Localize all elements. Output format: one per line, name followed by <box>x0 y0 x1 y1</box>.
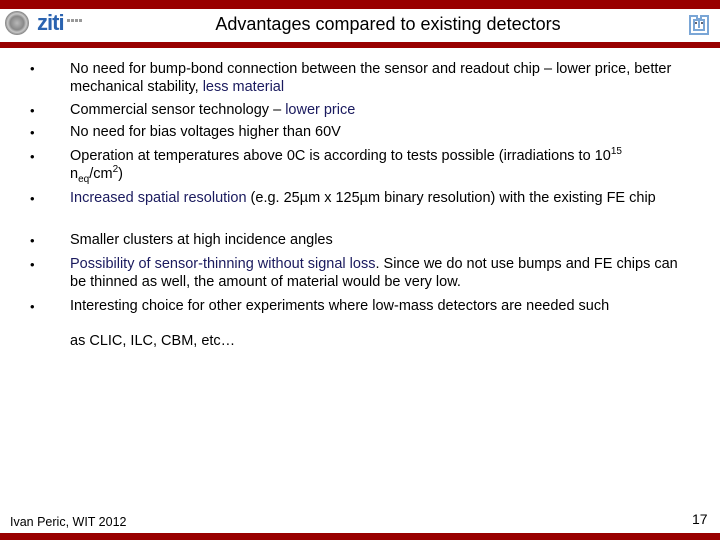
bullet-text: n <box>70 166 79 182</box>
bullet-text: Operation at temperatures above 0C is ac… <box>70 148 611 164</box>
page-number: 17 <box>692 511 708 527</box>
bullet-item-2: Commercial sensor technology – lower pri… <box>70 101 690 119</box>
bullet-text: No need for bump-bond connection between… <box>70 61 672 95</box>
bullet-marker: • <box>30 103 35 118</box>
bullet-marker: • <box>30 233 35 248</box>
bullet-emphasis: Possibility of sensor-thinning without s… <box>70 256 376 272</box>
bullet-text: Smaller clusters at high incidence angle… <box>70 232 333 248</box>
bullet-item-4: Operation at temperatures above 0C is ac… <box>70 146 660 185</box>
bullet-marker: • <box>30 61 35 76</box>
bullet-marker: • <box>30 191 35 206</box>
bullet-text: No need for bias voltages higher than 60… <box>70 124 341 140</box>
bullet-item-8: Interesting choice for other experiments… <box>70 297 690 315</box>
bullet-marker: • <box>30 257 35 272</box>
subscript: eq <box>78 173 90 185</box>
bullet-text: Commercial sensor technology – <box>70 102 286 118</box>
bullet-marker: • <box>30 299 35 314</box>
bullet-marker: • <box>30 125 35 140</box>
bullet-emphasis: Increased spatial resolution <box>70 190 247 206</box>
bullet-text: /cm <box>89 166 113 182</box>
bullet-emphasis: less material <box>202 79 285 95</box>
bullet-text: Interesting choice for other experiments… <box>70 298 610 314</box>
bullet-item-3: No need for bias voltages higher than 60… <box>70 123 690 141</box>
bullet-text: ) <box>118 166 123 182</box>
bullet-emphasis: lower price <box>285 102 356 118</box>
bullet-text: (e.g. 25µm x 125µm binary resolution) wi… <box>246 190 656 206</box>
bullet-marker: • <box>30 149 35 164</box>
bullet-item-1: No need for bump-bond connection between… <box>70 60 690 96</box>
slide-title: Advantages compared to existing detector… <box>215 14 561 34</box>
footer-bar <box>0 533 720 540</box>
header-top-bar <box>0 0 720 9</box>
footer-author: Ivan Peric, WIT 2012 <box>10 515 127 529</box>
bullet-item-5: Increased spatial resolution (e.g. 25µm … <box>70 189 670 207</box>
bullet-item-6: Smaller clusters at high incidence angle… <box>70 231 690 249</box>
bullet-item-8-continuation: as CLIC, ILC, CBM, etc… <box>70 332 690 350</box>
bullet-item-7: Possibility of sensor-thinning without s… <box>70 255 680 291</box>
header-bottom-bar <box>0 42 720 48</box>
bullet-text: as CLIC, ILC, CBM, etc… <box>70 333 236 349</box>
exponent: 15 <box>610 146 622 158</box>
